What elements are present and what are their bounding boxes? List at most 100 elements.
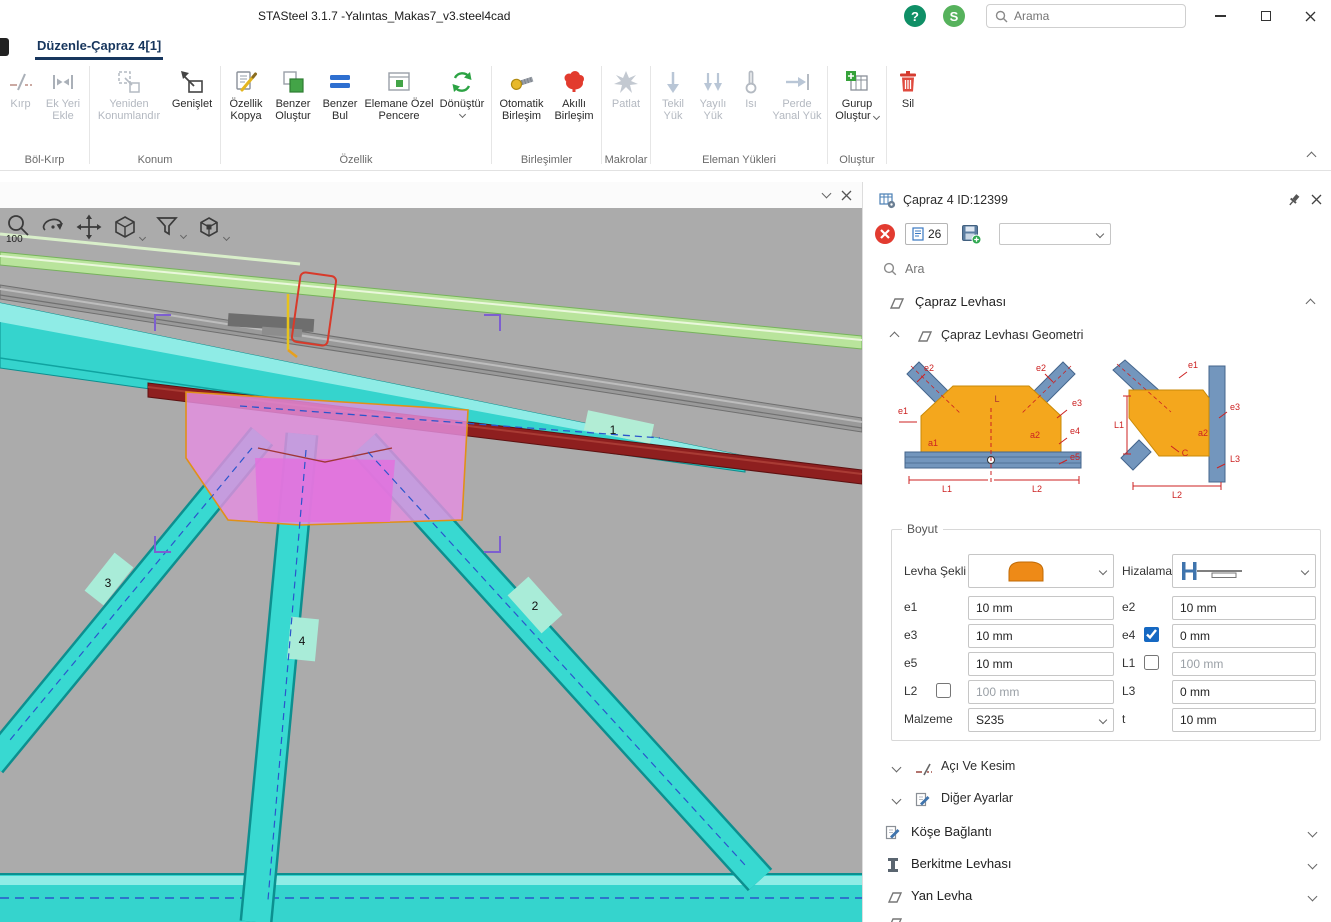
l1-checkbox[interactable] [1144, 655, 1159, 670]
diagram-column [1209, 366, 1225, 482]
e2-input[interactable] [1172, 596, 1316, 620]
benzer-bul-icon [326, 68, 354, 96]
tabbar: Düzenle-Çapraz 4[1] [0, 32, 1331, 60]
ribbon-group-label [889, 153, 927, 170]
e1-input[interactable] [968, 596, 1114, 620]
window-title: STASteel 3.1.7 -Yalıntas_Makas7_v3.steel… [258, 9, 510, 23]
hizalama-label: Hizalama [1122, 564, 1172, 578]
ribbon-group-label: Böl-Kırp [2, 153, 87, 170]
avatar[interactable]: S [943, 5, 965, 27]
genislet-button[interactable]: Genişlet [166, 65, 218, 113]
save-button[interactable] [961, 224, 982, 248]
levha-sekli-select[interactable] [968, 554, 1114, 588]
ribbon-collapse-icon[interactable] [1307, 152, 1317, 162]
viewport-header [0, 182, 862, 208]
section-yan-levha[interactable]: Yan Levha [863, 883, 1331, 911]
l2-checkbox[interactable] [936, 683, 951, 698]
panel-search-input[interactable] [905, 258, 1165, 280]
yeniden-konumlandir-button: Yeniden Konumlandır [92, 65, 166, 126]
pan-tool[interactable] [76, 214, 102, 240]
l1-input[interactable] [1172, 652, 1316, 676]
row-diger-ayarlar[interactable]: Diğer Ayarlar [863, 787, 1331, 813]
svg-text:L1: L1 [942, 484, 952, 494]
help-button[interactable]: ? [904, 5, 926, 27]
beam-alignment-icon [1180, 560, 1246, 582]
elemane-ozel-pencere-button[interactable]: Elemane Özel Pencere [363, 65, 435, 126]
e3-input[interactable] [968, 624, 1114, 648]
subsection-geometri[interactable]: Çapraz Levhası Geometri [863, 324, 1331, 348]
akilli-birlesim-button[interactable]: Akıllı Birleşim [549, 65, 599, 126]
otomatik-birlesim-icon [508, 68, 536, 96]
panel-combo-chevron-icon [1096, 230, 1104, 238]
t-input[interactable] [1172, 708, 1316, 732]
expand-icon [1308, 860, 1318, 870]
svg-text:e3: e3 [1072, 398, 1082, 408]
global-search-input[interactable] [1014, 9, 1177, 23]
element-count: 26 [928, 227, 941, 241]
e4-checkbox[interactable] [1144, 627, 1159, 642]
list-doc-icon [912, 227, 924, 241]
gurup-olustur-button[interactable]: Gurup Oluştur [830, 65, 884, 126]
minimize-button[interactable] [1198, 0, 1242, 32]
viewport-close-icon[interactable] [841, 190, 852, 201]
orbit-tool[interactable] [40, 214, 66, 238]
global-search-box[interactable] [986, 4, 1186, 28]
section-berkitme-levhasi[interactable]: Berkitme Levhası [863, 851, 1331, 879]
svg-text:e1: e1 [898, 406, 908, 416]
pin-icon[interactable] [1287, 193, 1301, 210]
donustur-button[interactable]: Dönüştür [435, 65, 489, 120]
panel-close-icon[interactable] [1311, 194, 1322, 208]
maximize-button[interactable] [1244, 0, 1288, 32]
svg-text:e4: e4 [1070, 426, 1080, 436]
close-button[interactable] [1288, 0, 1331, 32]
row-aci-ve-kesim[interactable]: Açı Ve Kesim [863, 755, 1331, 781]
hizalama-select[interactable] [1172, 554, 1316, 588]
otomatik-birlesim-button[interactable]: Otomatik Birleşim [494, 65, 549, 126]
svg-text:e1: e1 [1188, 360, 1198, 370]
minimize-icon [1215, 15, 1226, 17]
panel-cancel-button[interactable] [875, 224, 895, 244]
panel-combo[interactable] [999, 223, 1111, 245]
element-label-3: 3 [105, 576, 112, 590]
tab-duzenle-capraz[interactable]: Düzenle-Çapraz 4[1] [35, 35, 163, 60]
ibeam-icon [886, 857, 900, 876]
malzeme-select[interactable]: S235 [968, 708, 1114, 732]
viewport-3d-canvas[interactable]: 1 2 3 4 [0, 208, 862, 922]
e4-input[interactable] [1172, 624, 1316, 648]
viewport-menu-chevron-icon[interactable] [822, 189, 832, 199]
page-edit-icon [915, 792, 931, 811]
sil-button[interactable]: Sil [889, 65, 927, 113]
viewport[interactable]: 1 2 3 4 100 [0, 208, 862, 922]
yeniden-konumlandir-icon [115, 68, 143, 96]
perde-yanal-yuk-icon [783, 68, 811, 96]
section-capraz-levhasi[interactable]: Çapraz Levhası [863, 290, 1331, 316]
gurup-olustur-dropdown-icon [873, 113, 880, 120]
filter-tool[interactable] [155, 214, 186, 238]
svg-text:L2: L2 [1032, 484, 1042, 494]
selection-bracket [484, 536, 500, 552]
ribbon-group-eleman-yukleri: Tekil Yük Yayılı Yük Isı Perde Yanal Yük… [651, 60, 827, 170]
benzer-bul-button[interactable]: Benzer Bul [317, 65, 363, 126]
section-partial[interactable] [863, 915, 1331, 922]
benzer-olustur-button[interactable]: Benzer Oluştur [269, 65, 317, 126]
yayili-yuk-button: Yayılı Yük [693, 65, 733, 126]
l3-label: L3 [1122, 684, 1135, 698]
app-menu-icon[interactable] [0, 38, 9, 56]
element-count-box[interactable]: 26 [905, 223, 948, 245]
ozellik-kopya-button[interactable]: Özellik Kopya [223, 65, 269, 126]
donustur-dropdown-icon [458, 111, 465, 118]
e5-input[interactable] [968, 652, 1114, 676]
cancel-x-icon [875, 224, 895, 244]
svg-text:a2: a2 [1198, 428, 1208, 438]
ribbon-group-olustur: Gurup Oluştur Oluştur [828, 60, 886, 170]
diagram-brace [1121, 440, 1151, 470]
l3-input[interactable] [1172, 680, 1316, 704]
angle-cut-icon [915, 762, 933, 779]
zoom-tool[interactable]: 100 [6, 214, 30, 245]
view-cube-tool[interactable] [112, 214, 145, 240]
e2-label: e2 [1122, 600, 1135, 614]
l2-input[interactable] [968, 680, 1114, 704]
section-kose-baglanti[interactable]: Köşe Bağlantı [863, 819, 1331, 847]
benzer-olustur-icon [279, 68, 307, 96]
perspective-tool[interactable] [196, 214, 229, 240]
